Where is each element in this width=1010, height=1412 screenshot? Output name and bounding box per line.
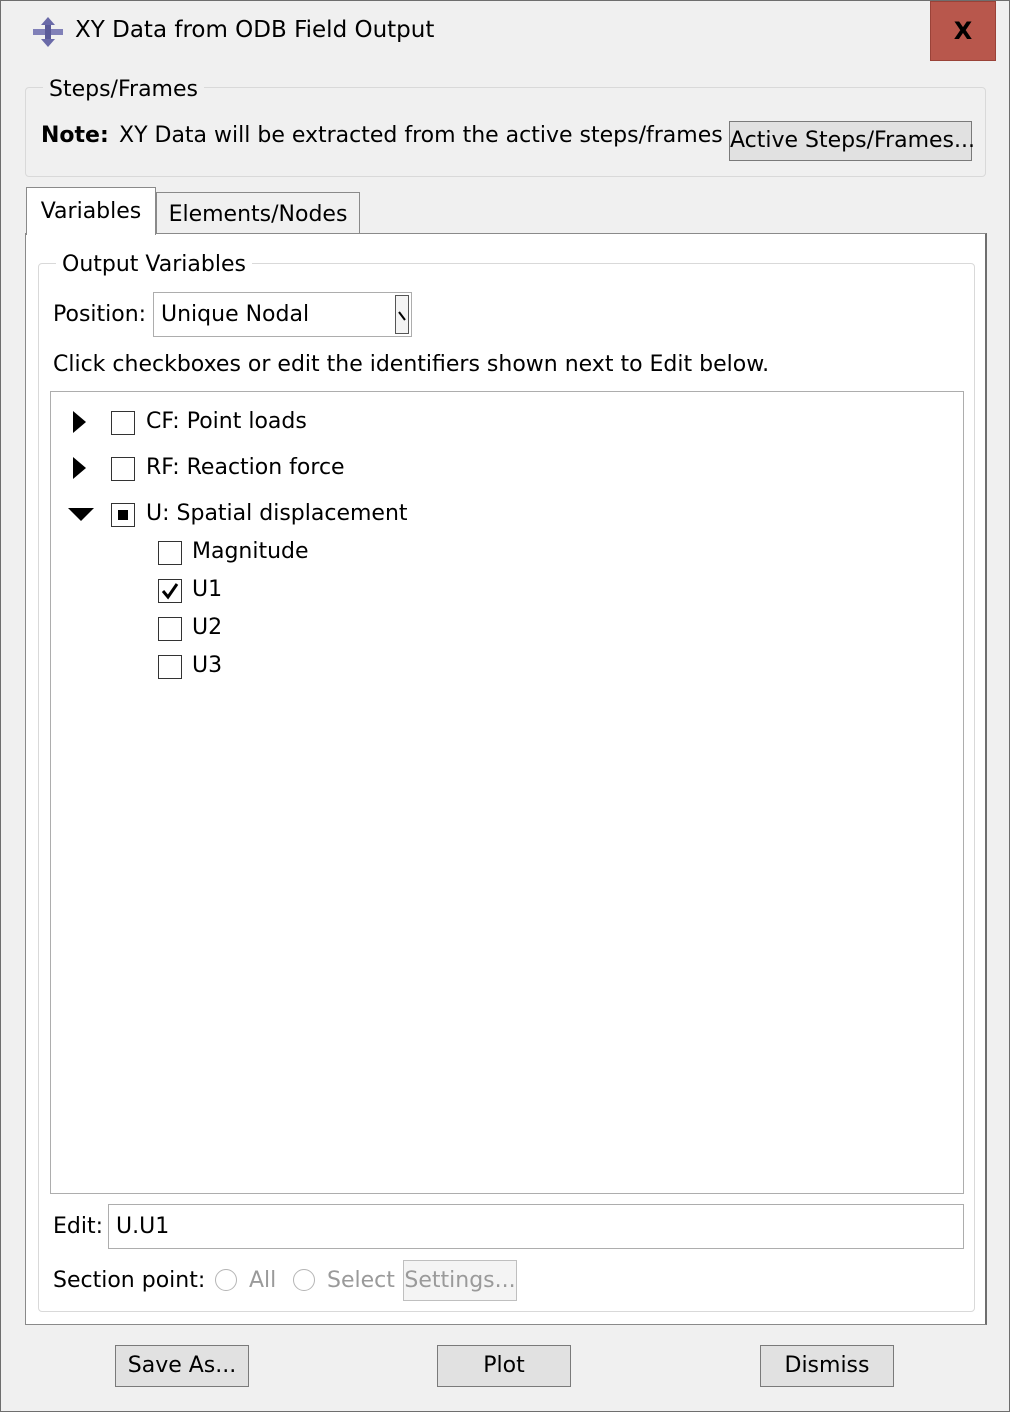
tab-variables-label: Variables xyxy=(40,199,142,224)
position-dropdown-button[interactable] xyxy=(395,295,409,334)
settings-button[interactable]: Settings... xyxy=(403,1260,517,1301)
instruction-text: Click checkboxes or edit the identifiers… xyxy=(53,352,770,377)
collapse-arrow-icon[interactable] xyxy=(68,508,94,521)
edit-field[interactable]: U.U1 xyxy=(108,1204,964,1249)
edit-label: Edit: xyxy=(53,1214,104,1239)
active-steps-frames-button-label: Active Steps/Frames... xyxy=(730,128,975,153)
active-steps-frames-button[interactable]: Active Steps/Frames... xyxy=(729,121,975,161)
checkbox-rf[interactable] xyxy=(111,457,135,481)
partial-check-icon xyxy=(118,510,128,520)
radio-all[interactable] xyxy=(215,1269,237,1291)
radio-select-label: Select xyxy=(327,1268,395,1293)
position-label: Position: xyxy=(53,302,147,327)
variables-tree[interactable]: CF: Point loads RF: Reaction force U: Sp… xyxy=(50,391,964,1194)
position-select[interactable]: Unique Nodal xyxy=(153,292,412,337)
title-bar[interactable]: XY Data from ODB Field Output X xyxy=(1,1,1009,63)
checkmark-icon xyxy=(161,583,179,600)
tree-item-magnitude: Magnitude xyxy=(192,539,309,564)
note-text: XY Data will be extracted from the activ… xyxy=(119,123,723,148)
chevron-down-icon xyxy=(398,311,406,321)
checkbox-u3[interactable] xyxy=(158,655,182,679)
tab-variables[interactable]: Variables xyxy=(26,187,156,235)
variables-panel: Output Variables Position: Unique Nodal … xyxy=(25,233,987,1325)
tree-item-u: U: Spatial displacement xyxy=(146,501,408,526)
app-icon xyxy=(33,17,63,47)
tree-item-u2: U2 xyxy=(192,615,223,640)
window-title: XY Data from ODB Field Output xyxy=(75,17,435,43)
tab-elements-nodes-label: Elements/Nodes xyxy=(168,202,348,227)
tree-item-cf: CF: Point loads xyxy=(146,409,307,434)
tree-item-rf: RF: Reaction force xyxy=(146,455,345,480)
settings-button-label: Settings... xyxy=(404,1268,516,1293)
close-icon: X xyxy=(953,17,973,45)
position-select-value: Unique Nodal xyxy=(161,302,310,327)
expand-arrow-icon[interactable] xyxy=(73,411,86,433)
plot-button-label: Plot xyxy=(483,1353,525,1378)
checkbox-magnitude[interactable] xyxy=(158,541,182,565)
tree-item-u1: U1 xyxy=(192,577,223,602)
checkbox-u[interactable] xyxy=(111,503,135,527)
tab-elements-nodes[interactable]: Elements/Nodes xyxy=(156,192,360,234)
note-label: Note: xyxy=(41,123,109,148)
section-point-label: Section point: xyxy=(53,1268,206,1293)
close-button[interactable]: X xyxy=(930,1,996,61)
checkbox-u1[interactable] xyxy=(158,579,182,603)
radio-select[interactable] xyxy=(293,1269,315,1291)
save-as-button[interactable]: Save As... xyxy=(115,1345,249,1387)
dismiss-button-label: Dismiss xyxy=(784,1353,870,1378)
save-as-button-label: Save As... xyxy=(127,1353,237,1378)
checkbox-u2[interactable] xyxy=(158,617,182,641)
checkbox-cf[interactable] xyxy=(111,411,135,435)
expand-arrow-icon[interactable] xyxy=(73,457,86,479)
steps-frames-label: Steps/Frames xyxy=(43,77,204,102)
dismiss-button[interactable]: Dismiss xyxy=(760,1345,894,1387)
dialog-window: XY Data from ODB Field Output X Steps/Fr… xyxy=(0,0,1010,1412)
edit-field-value: U.U1 xyxy=(116,1214,170,1239)
radio-all-label: All xyxy=(249,1268,277,1293)
tree-item-u3: U3 xyxy=(192,653,223,678)
plot-button[interactable]: Plot xyxy=(437,1345,571,1387)
output-variables-label: Output Variables xyxy=(56,252,252,277)
